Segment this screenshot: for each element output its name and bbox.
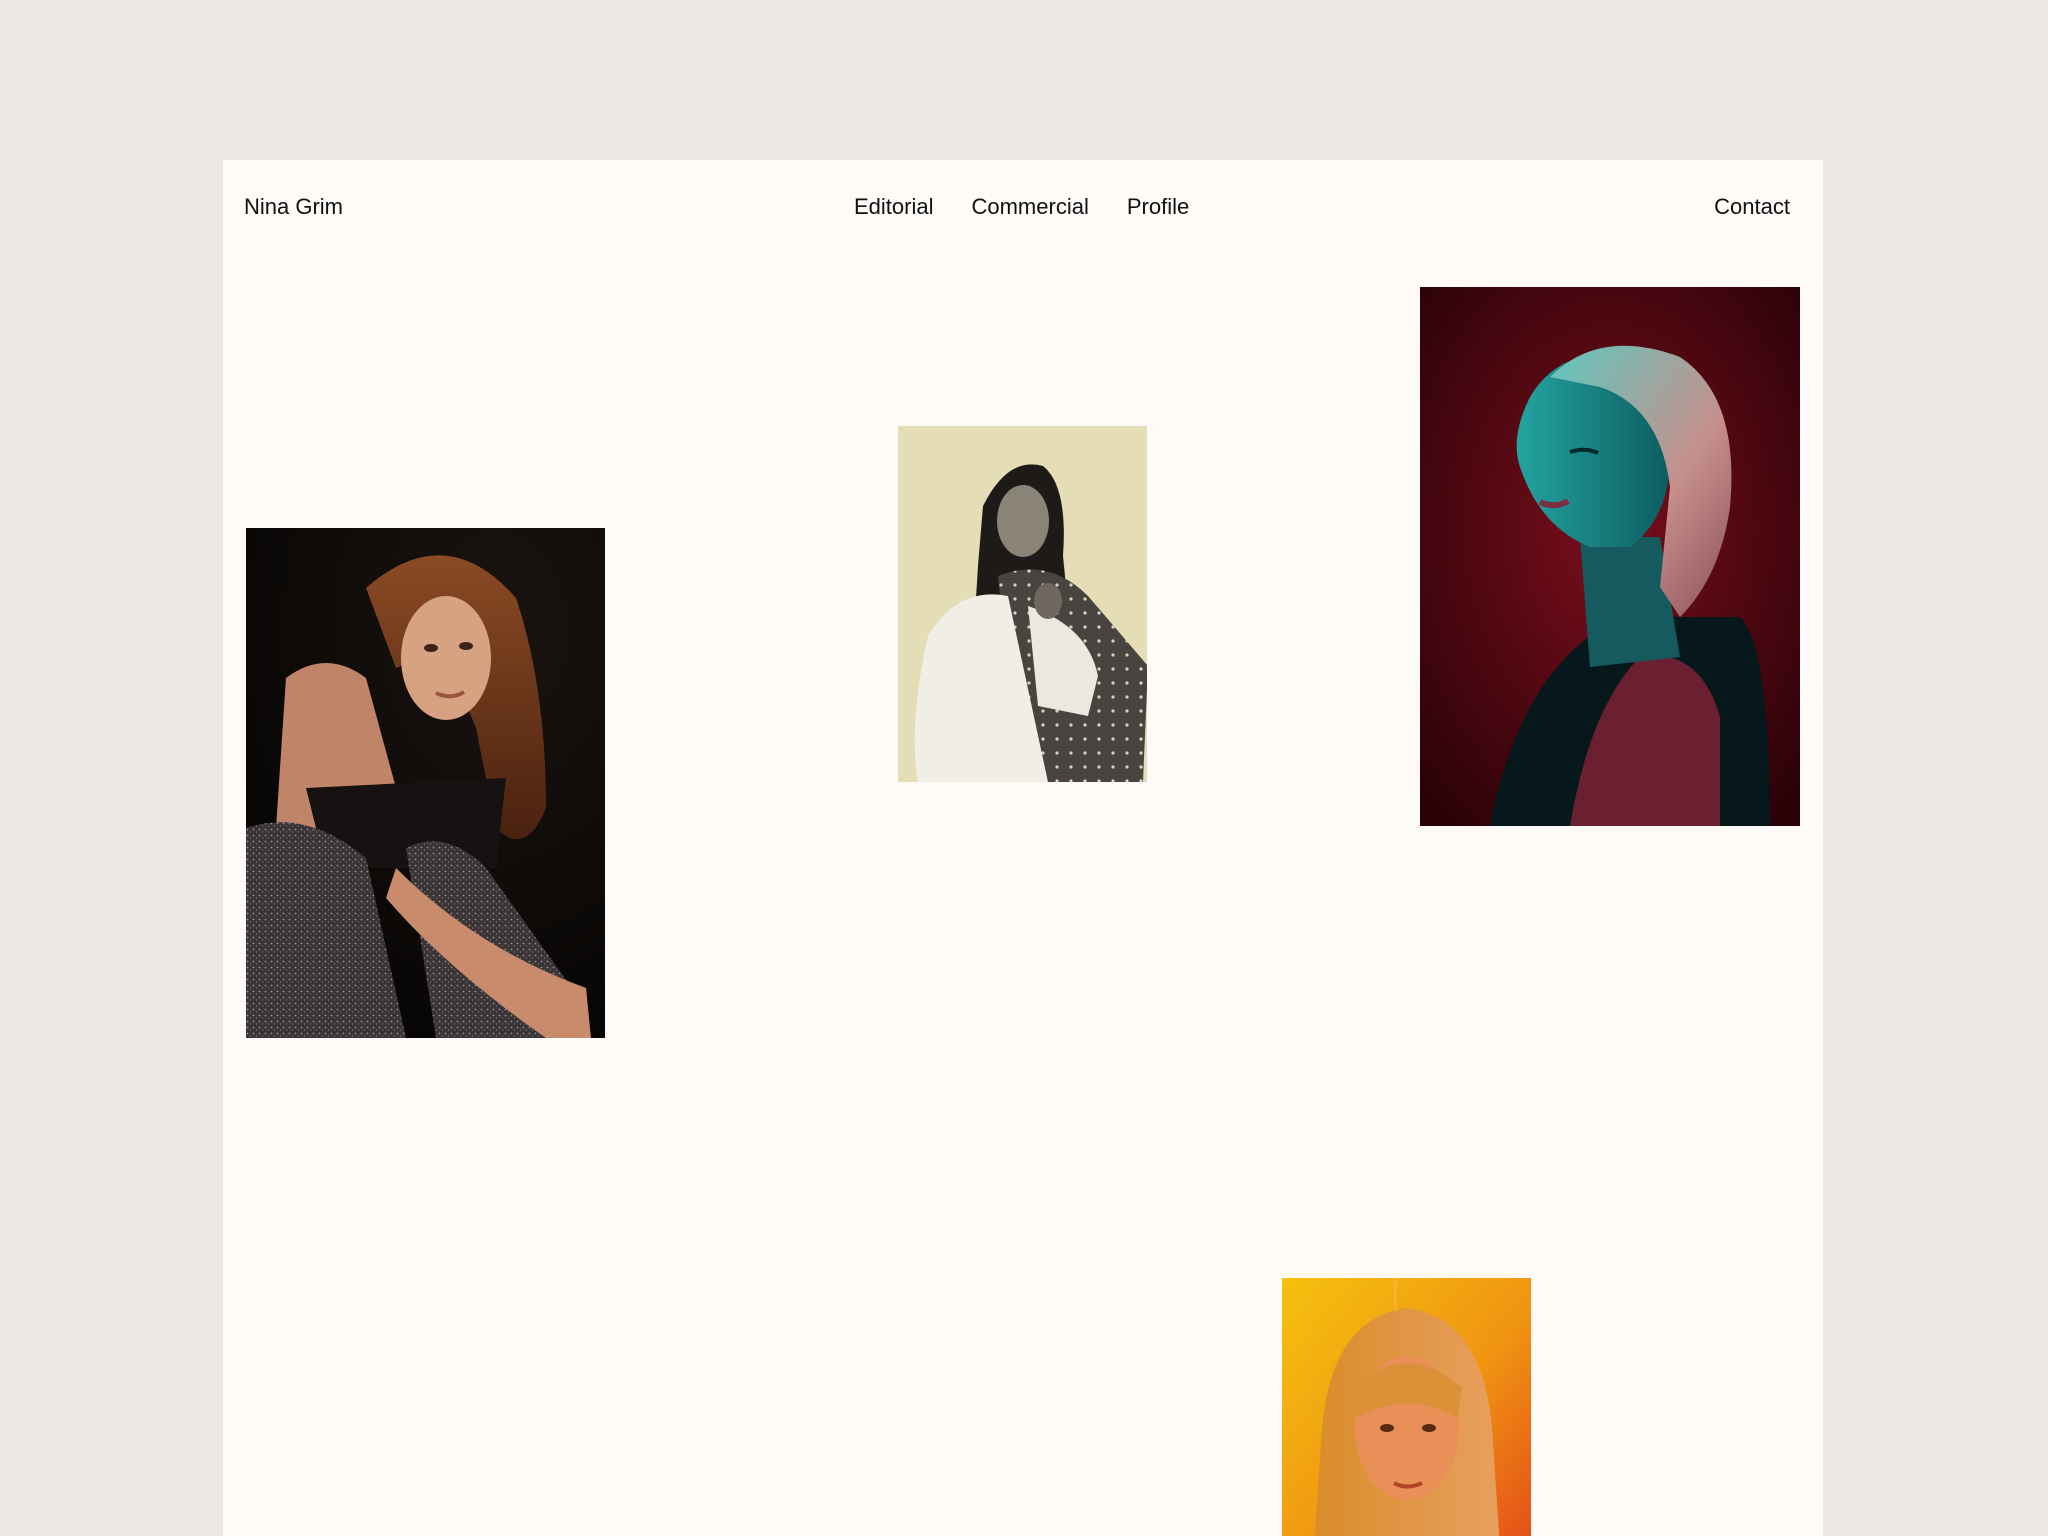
photo-portrait-duotone[interactable] (898, 426, 1147, 782)
portrait-image (1420, 287, 1800, 826)
portrait-image (1282, 1278, 1531, 1536)
nav-profile[interactable]: Profile (1127, 192, 1189, 222)
nav-commercial[interactable]: Commercial (971, 192, 1088, 222)
photo-portrait-orange[interactable] (1282, 1278, 1531, 1536)
photo-portrait-sitting[interactable] (246, 528, 605, 1038)
nav-editorial[interactable]: Editorial (854, 192, 933, 222)
main-nav: Editorial Commercial Profile (854, 192, 1189, 222)
portfolio-page: Nina Grim Editorial Commercial Profile C… (223, 160, 1823, 1536)
portrait-image (898, 426, 1147, 782)
photo-portrait-profile[interactable] (1420, 287, 1800, 826)
nav-contact[interactable]: Contact (1714, 192, 1790, 222)
brand-logo-link[interactable]: Nina Grim (244, 192, 343, 222)
portrait-image (246, 528, 605, 1038)
